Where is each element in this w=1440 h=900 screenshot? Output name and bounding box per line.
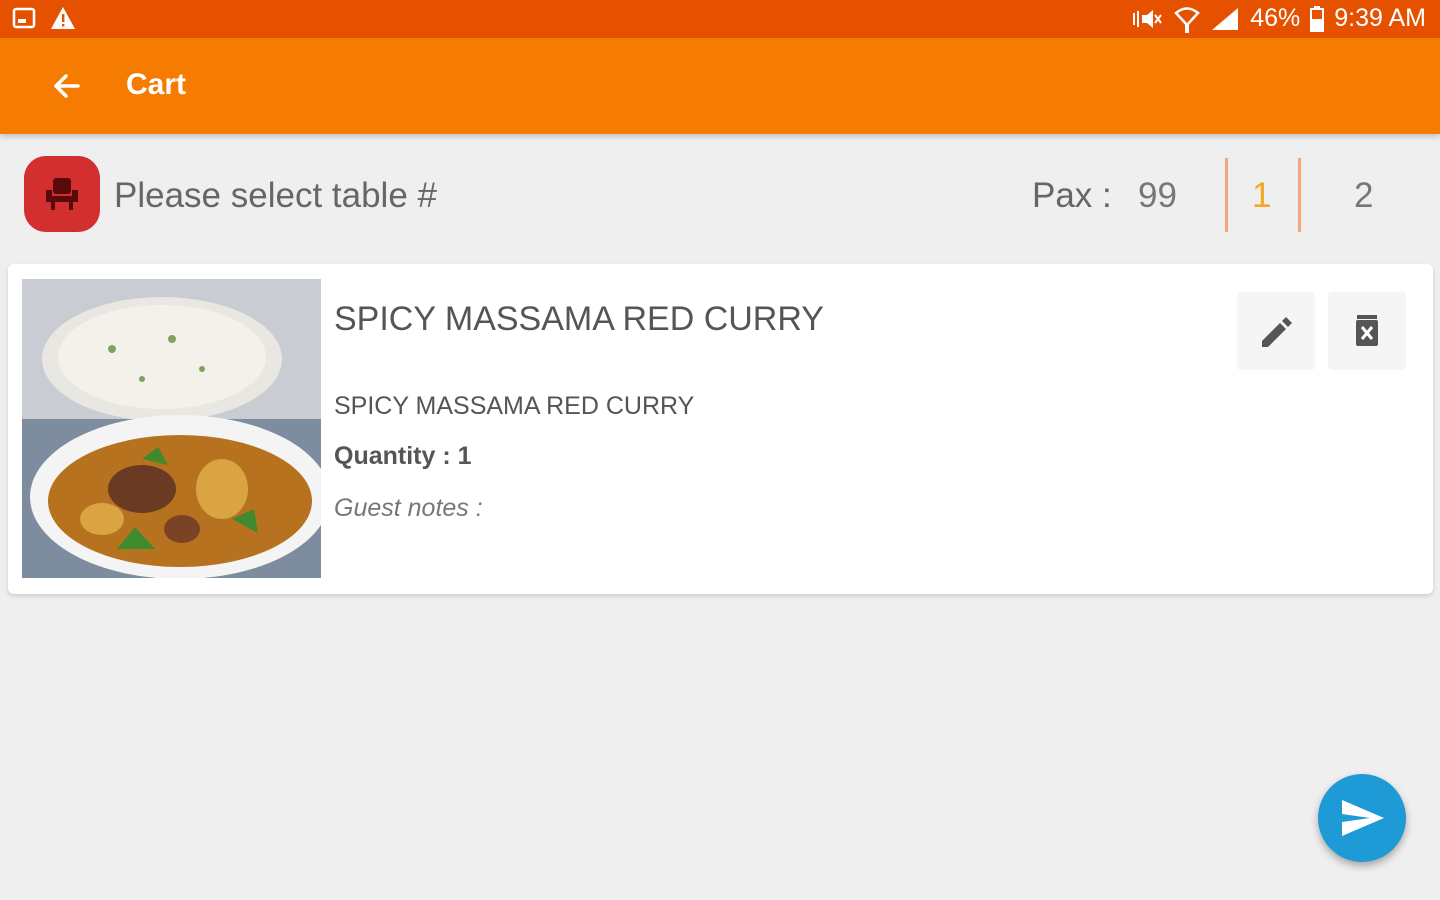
delete-button[interactable] <box>1328 292 1406 370</box>
edit-button[interactable] <box>1237 292 1315 370</box>
seat-option-1[interactable]: 1 <box>1252 176 1271 216</box>
seat-option-2[interactable]: 2 <box>1354 176 1373 216</box>
item-title: SPICY MASSAMA RED CURRY <box>334 300 824 338</box>
item-description: SPICY MASSAMA RED CURRY <box>334 392 695 420</box>
guest-notes: Guest notes : <box>334 494 483 522</box>
table-selector: Please select table # Pax : 99 1 2 <box>0 150 1440 242</box>
item-quantity: Quantity : 1 <box>334 442 472 470</box>
seat-divider <box>1298 158 1301 232</box>
send-order-button[interactable] <box>1318 774 1406 862</box>
back-button[interactable] <box>46 68 90 104</box>
seat-divider <box>1225 158 1228 232</box>
page-title: Cart <box>126 68 187 101</box>
cart-item-card: SPICY MASSAMA RED CURRY SPICY MASSAMA RE… <box>8 264 1433 594</box>
status-right: 46% 9:39 AM <box>1130 4 1426 33</box>
table-prompt[interactable]: Please select table # <box>114 176 437 216</box>
status-left <box>12 6 76 30</box>
food-image <box>22 279 321 578</box>
screenshot-icon <box>12 6 36 30</box>
pax-label: Pax : <box>1032 176 1112 215</box>
wifi-icon <box>1174 5 1201 33</box>
app-bar: Cart <box>0 38 1440 134</box>
clock: 9:39 AM <box>1334 4 1426 32</box>
warning-icon <box>50 6 76 30</box>
pax-value[interactable]: 99 <box>1138 176 1177 216</box>
select-table-button[interactable] <box>24 156 100 232</box>
status-bar: 46% 9:39 AM <box>0 0 1440 38</box>
signal-icon <box>1210 6 1240 32</box>
battery-percent: 46% <box>1250 4 1301 32</box>
vibrate-mute-icon <box>1130 7 1164 31</box>
battery-icon <box>1310 5 1325 32</box>
arrow-back-icon <box>46 74 86 108</box>
